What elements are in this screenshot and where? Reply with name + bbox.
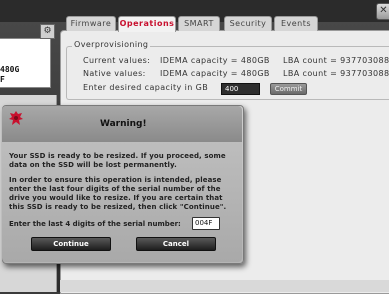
overprovisioning-legend: Overprovisioning (72, 40, 151, 49)
desired-capacity-input[interactable]: 400 (221, 83, 260, 95)
desired-capacity-label: Enter desired capacity in GB (83, 83, 209, 92)
current-values-label: Current values: (83, 56, 151, 65)
serial-number-input[interactable]: 004F (192, 217, 220, 230)
tab-firmware[interactable]: Firmware (66, 16, 116, 31)
current-idema-capacity: IDEMA capacity = 480GB (160, 56, 270, 65)
panel-bottom (60, 280, 389, 292)
gear-icon[interactable]: ⚙ (40, 24, 55, 39)
warning-message-resize: Your SSD is ready to be resized. If you … (9, 152, 226, 169)
cancel-button[interactable]: Cancel (136, 237, 216, 251)
tab-events[interactable]: Events (274, 16, 318, 31)
warning-title: Warning! (100, 119, 147, 129)
tab-operations[interactable]: Operations (118, 16, 176, 32)
native-values-label: Native values: (83, 69, 146, 78)
drive-capacity: 480G (0, 65, 20, 74)
commit-button[interactable]: Commit (270, 83, 307, 95)
drive-serial-suffix: F (0, 75, 5, 84)
kingston-logo-icon (9, 111, 23, 125)
drive-card[interactable]: 480G F (0, 38, 51, 88)
native-lba-count: LBA count = 937703088 (283, 69, 389, 78)
warning-message-instructions: In order to ensure this operation is int… (9, 176, 227, 211)
tab-smart[interactable]: SMART (178, 16, 220, 31)
continue-button[interactable]: Continue (31, 237, 111, 251)
tab-security[interactable]: Security (224, 16, 272, 31)
native-idema-capacity: IDEMA capacity = 480GB (160, 69, 270, 78)
serial-number-label: Enter the last 4 digits of the serial nu… (9, 220, 181, 228)
close-icon[interactable]: ✕ (376, 3, 389, 20)
current-lba-count: LBA count = 937703088 (283, 56, 389, 65)
